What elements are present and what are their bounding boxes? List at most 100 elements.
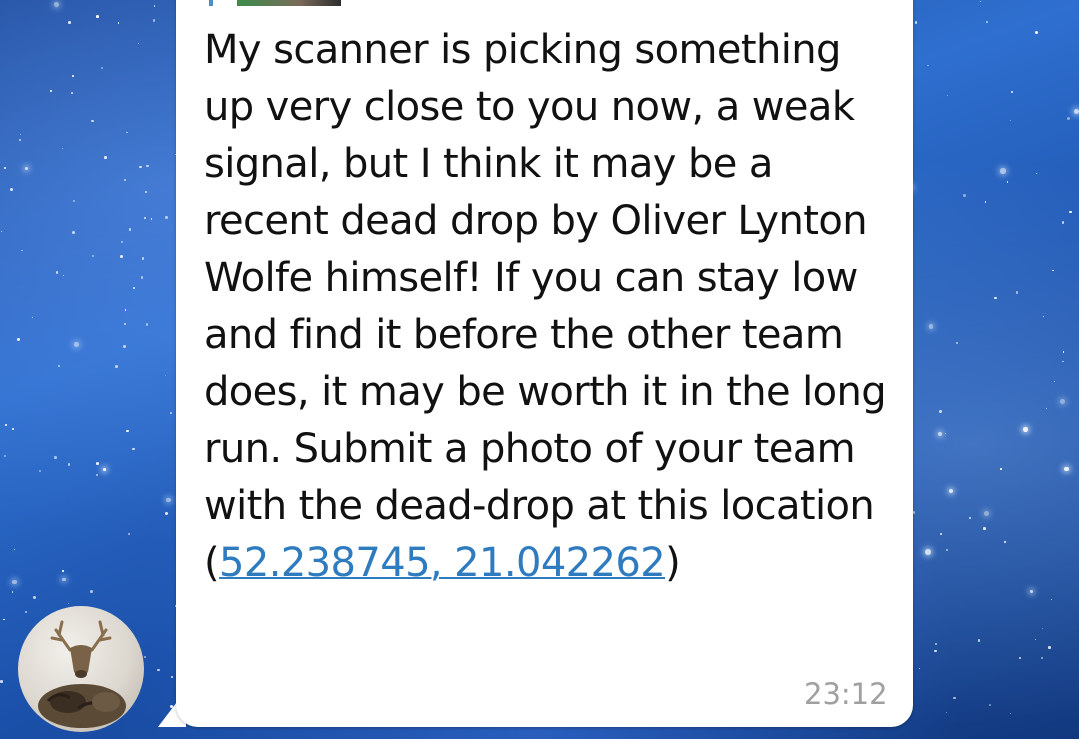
star bbox=[96, 461, 100, 465]
star bbox=[3, 455, 6, 458]
star bbox=[1015, 291, 1019, 294]
star bbox=[1019, 657, 1022, 659]
star bbox=[73, 200, 76, 203]
star bbox=[934, 649, 937, 653]
star bbox=[1066, 116, 1070, 120]
star bbox=[3, 618, 5, 620]
star bbox=[92, 254, 95, 257]
star bbox=[133, 286, 136, 289]
star bbox=[1000, 468, 1002, 470]
star bbox=[126, 131, 128, 133]
star bbox=[150, 218, 153, 220]
star bbox=[61, 147, 63, 149]
star bbox=[95, 473, 98, 476]
star bbox=[1050, 598, 1053, 601]
star bbox=[117, 21, 120, 24]
star bbox=[1043, 316, 1045, 318]
star bbox=[11, 591, 13, 593]
star bbox=[165, 497, 171, 503]
star bbox=[939, 533, 942, 535]
star bbox=[1042, 628, 1044, 630]
star bbox=[1062, 360, 1064, 363]
star bbox=[58, 365, 61, 368]
deer-head-and-cat-avatar-icon bbox=[38, 620, 126, 728]
star bbox=[988, 703, 992, 707]
star bbox=[1069, 210, 1072, 214]
star bbox=[986, 21, 989, 24]
star bbox=[67, 463, 70, 466]
star bbox=[62, 275, 64, 277]
star bbox=[982, 527, 986, 530]
star bbox=[928, 324, 934, 329]
message-text: My scanner is picking something up very … bbox=[204, 22, 894, 592]
star bbox=[979, 0, 982, 3]
star bbox=[32, 595, 36, 599]
star bbox=[1040, 656, 1044, 660]
star bbox=[21, 249, 23, 252]
star bbox=[71, 91, 74, 94]
star bbox=[13, 548, 15, 550]
star bbox=[19, 134, 21, 136]
star bbox=[115, 364, 118, 368]
star bbox=[1003, 541, 1006, 544]
star bbox=[121, 241, 123, 243]
star bbox=[157, 668, 160, 672]
star bbox=[0, 231, 2, 233]
star bbox=[919, 668, 921, 670]
star bbox=[140, 276, 143, 279]
star bbox=[53, 455, 57, 459]
star bbox=[143, 216, 146, 219]
star bbox=[953, 696, 956, 700]
star bbox=[1034, 638, 1036, 640]
star bbox=[71, 231, 75, 235]
star bbox=[164, 374, 166, 377]
sender-avatar[interactable] bbox=[18, 606, 144, 732]
star bbox=[9, 187, 13, 191]
star bbox=[983, 510, 989, 516]
star bbox=[103, 156, 107, 159]
star bbox=[969, 517, 971, 520]
star bbox=[3, 167, 6, 170]
reply-quote-bar bbox=[209, 0, 213, 6]
star bbox=[124, 323, 127, 326]
star bbox=[963, 194, 967, 197]
star bbox=[54, 1, 60, 7]
coordinates-link[interactable]: 52.238745, 21.042262 bbox=[219, 540, 666, 586]
star bbox=[123, 344, 127, 348]
star bbox=[994, 296, 997, 300]
star bbox=[19, 139, 22, 141]
star bbox=[128, 533, 131, 536]
star bbox=[101, 66, 104, 69]
star bbox=[38, 469, 42, 473]
star bbox=[139, 165, 142, 168]
star bbox=[945, 711, 947, 714]
star bbox=[1054, 380, 1056, 382]
star bbox=[120, 255, 123, 258]
star bbox=[977, 639, 980, 642]
star bbox=[956, 341, 959, 344]
star bbox=[24, 610, 27, 613]
star bbox=[1006, 181, 1008, 183]
star bbox=[128, 228, 132, 231]
star bbox=[1045, 407, 1047, 410]
star bbox=[1035, 172, 1038, 175]
star bbox=[1060, 398, 1066, 404]
star bbox=[1048, 646, 1051, 649]
star bbox=[1029, 589, 1033, 593]
star bbox=[1035, 31, 1039, 35]
star bbox=[938, 410, 942, 414]
star bbox=[1000, 168, 1006, 174]
reply-thumbnail[interactable] bbox=[237, 0, 341, 6]
star bbox=[16, 337, 20, 341]
star bbox=[0, 680, 4, 684]
star bbox=[937, 431, 943, 437]
star bbox=[55, 271, 59, 274]
star bbox=[146, 164, 149, 167]
star bbox=[164, 511, 168, 515]
message-closing-paren: ) bbox=[665, 540, 681, 586]
star bbox=[124, 179, 127, 182]
star bbox=[91, 119, 94, 123]
star bbox=[946, 548, 948, 551]
star bbox=[124, 309, 127, 311]
star bbox=[927, 64, 929, 67]
